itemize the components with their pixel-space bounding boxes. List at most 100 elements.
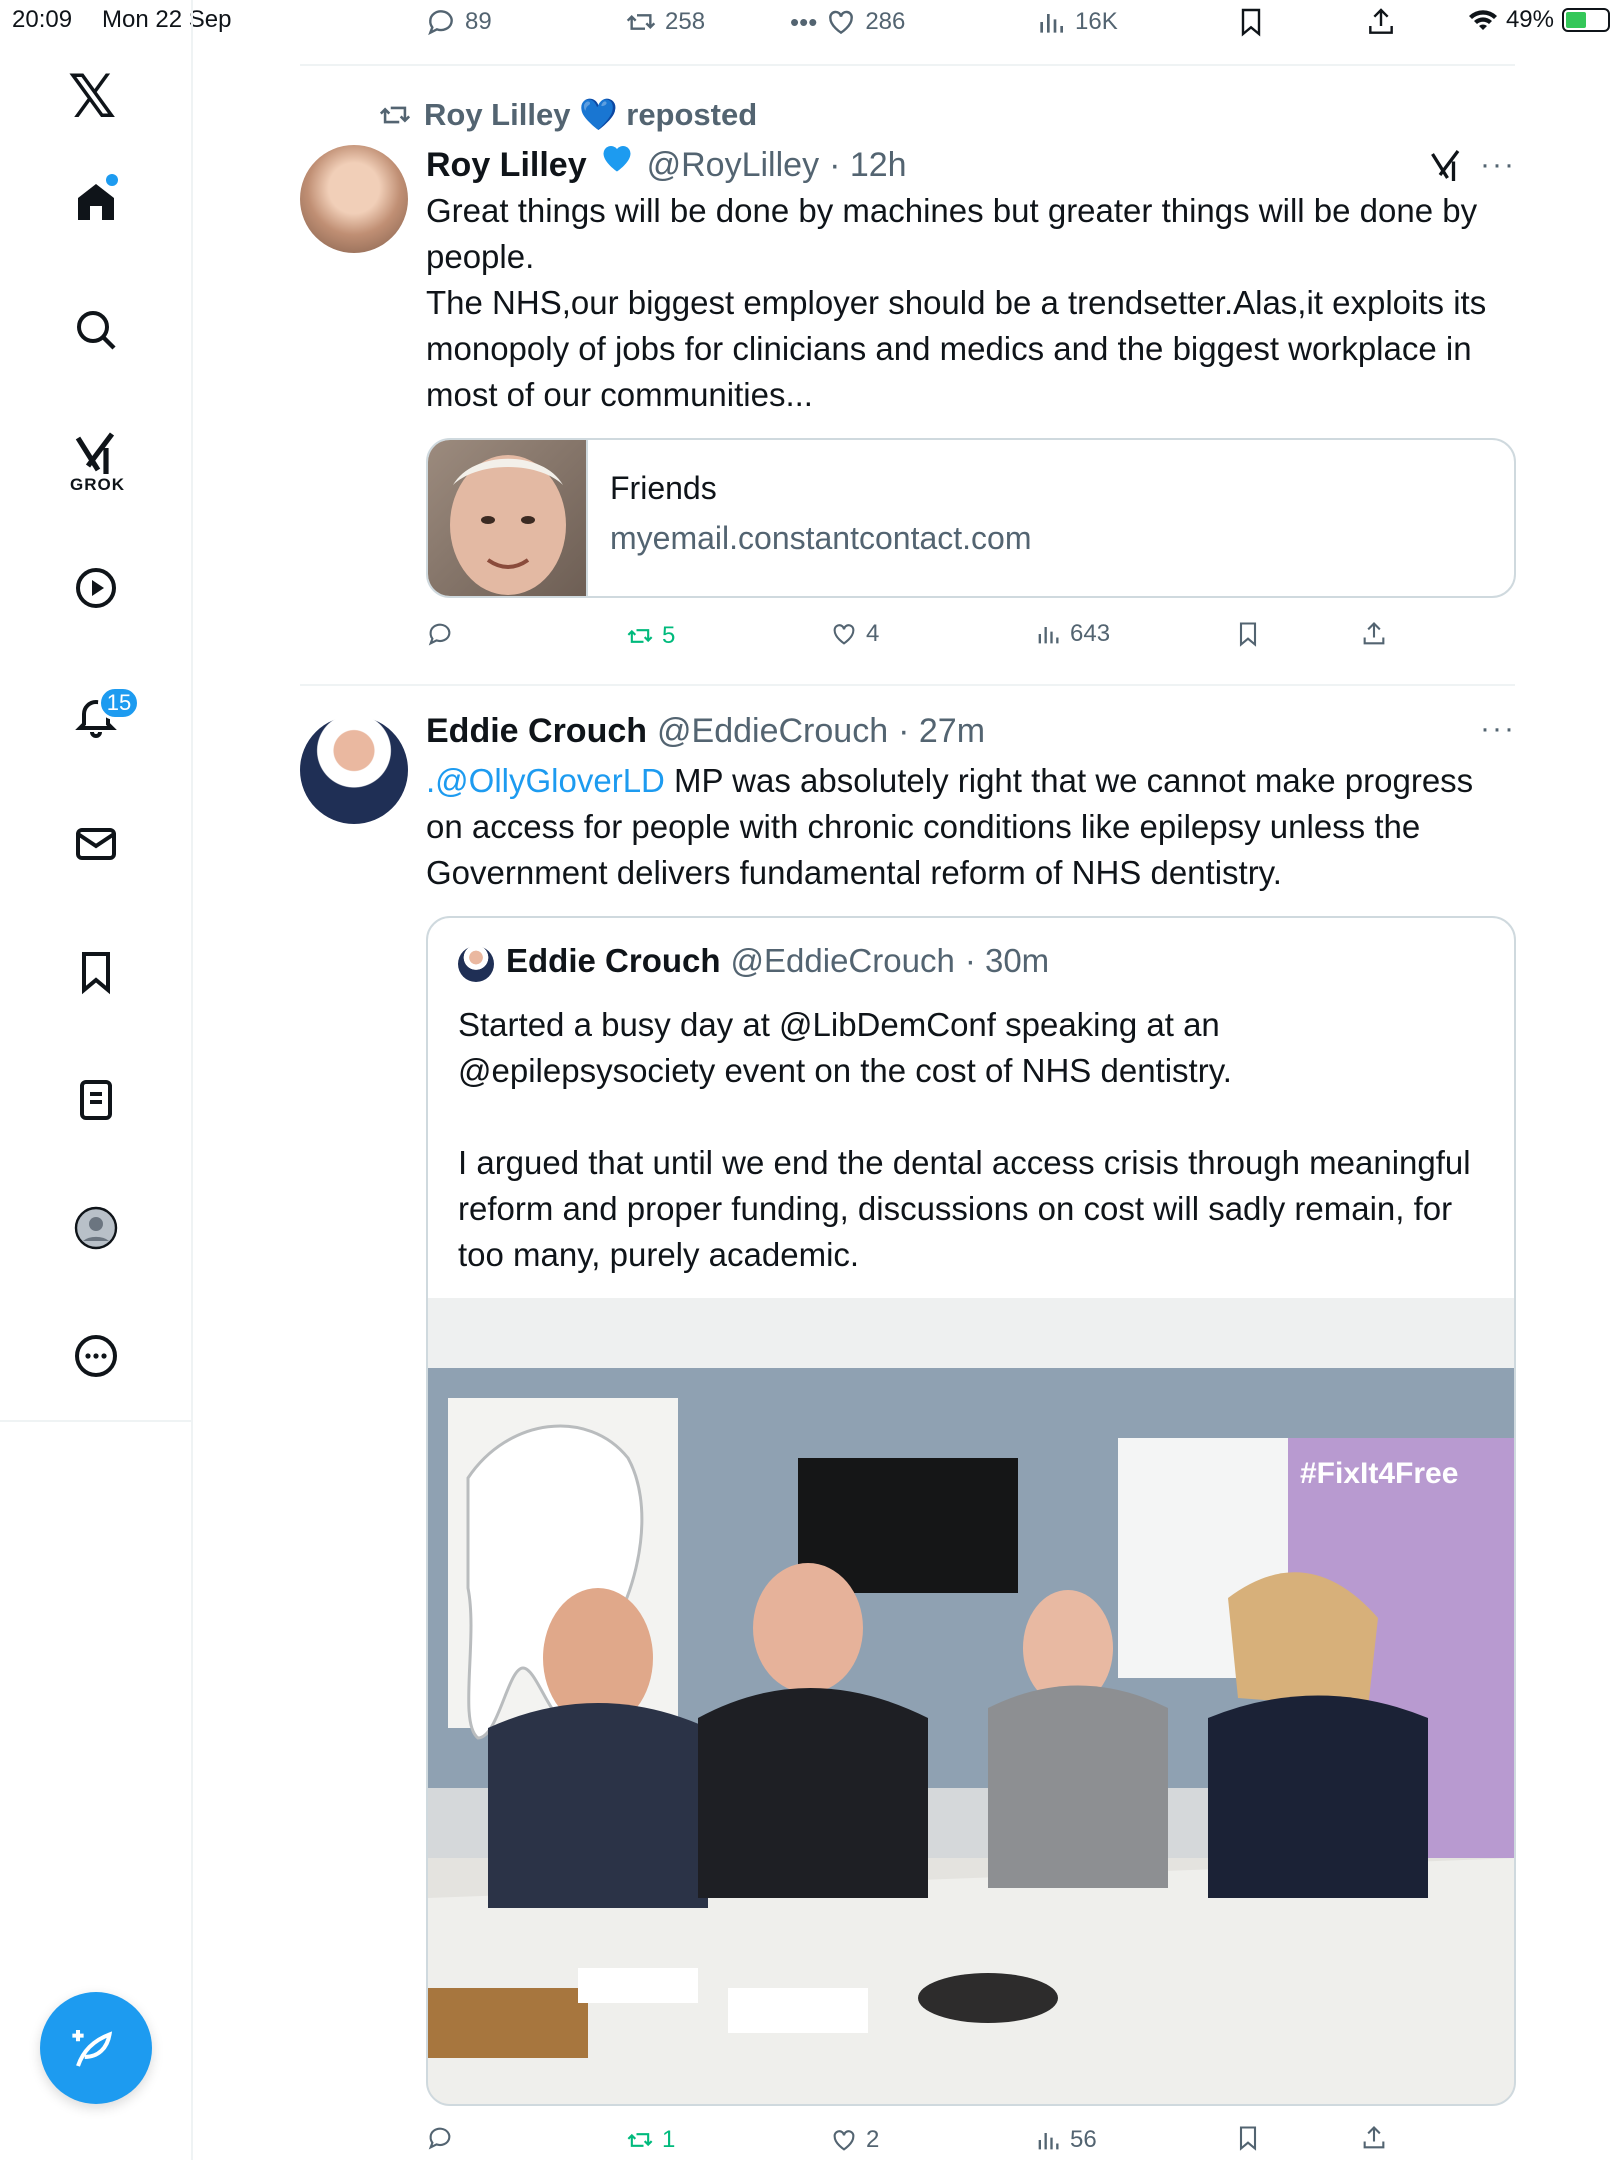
- tweet-photo[interactable]: #FixIt4Free: [428, 1298, 1514, 2104]
- like-button[interactable]: 4: [830, 620, 879, 648]
- author-handle[interactable]: @RoyLilley: [647, 146, 819, 185]
- notification-badge: 15: [98, 686, 140, 720]
- quoted-tweet[interactable]: Eddie Crouch @EddieCrouch · 30m Started …: [426, 916, 1516, 2106]
- views-count: 16K: [1075, 8, 1118, 35]
- tweet-time[interactable]: · 30m: [965, 942, 1049, 980]
- sidebar-item-bookmarks[interactable]: [62, 938, 130, 1006]
- bookmark-button[interactable]: [1234, 620, 1262, 648]
- author-handle[interactable]: @EddieCrouch: [657, 712, 888, 751]
- search-icon: [77, 311, 116, 350]
- share-button[interactable]: [1360, 2124, 1388, 2152]
- author-handle[interactable]: @EddieCrouch: [731, 942, 955, 980]
- sidebar-item-home[interactable]: [62, 168, 130, 236]
- more-options-button[interactable]: ···: [1480, 148, 1516, 182]
- tweet-divider: [300, 64, 1515, 66]
- profile-icon: [74, 1206, 118, 1250]
- sidebar-divider: [0, 1420, 193, 1422]
- reply-button[interactable]: 89: [425, 6, 492, 38]
- list-icon: [80, 1080, 112, 1120]
- repost-icon: [626, 14, 656, 30]
- tweet-time[interactable]: · 12h: [829, 146, 907, 185]
- battery-icon: [1562, 8, 1610, 32]
- like-button[interactable]: ••• 286: [790, 6, 905, 38]
- bookmark-button[interactable]: [1234, 2124, 1262, 2152]
- tweet-header: Eddie Crouch @EddieCrouch · 27m: [426, 712, 985, 751]
- more-options-button[interactable]: ···: [1480, 712, 1516, 746]
- share-button[interactable]: [1365, 6, 1397, 38]
- link-card-domain: myemail.constantcontact.com: [610, 520, 1032, 556]
- blue-heart-icon: [603, 146, 631, 172]
- sidebar-item-lists[interactable]: [62, 1066, 130, 1134]
- repost-icon: [379, 106, 411, 123]
- reply-button[interactable]: [426, 2124, 454, 2152]
- repost-button[interactable]: 258: [625, 6, 705, 38]
- battery-percent: 49%: [1505, 6, 1554, 33]
- bookmark-button[interactable]: [1235, 6, 1267, 38]
- link-card-title: Friends: [610, 470, 717, 506]
- sidebar-item-search[interactable]: [62, 296, 130, 364]
- views-button[interactable]: 56: [1034, 2126, 1097, 2154]
- sidebar-item-profile[interactable]: [62, 1194, 130, 1262]
- bookmark-icon: [1241, 8, 1261, 37]
- tweet-text: Great things will be done by machines bu…: [426, 192, 1487, 413]
- views-icon: [1038, 2133, 1059, 2150]
- author-name[interactable]: Eddie Crouch: [426, 712, 647, 751]
- event-photo: #FixIt4Free: [428, 1298, 1514, 2104]
- photo-banner-text: #FixIt4Free: [1300, 1457, 1458, 1490]
- views-count: 56: [1070, 2126, 1097, 2153]
- link-card-thumbnail: [428, 440, 588, 596]
- like-count: 4: [866, 620, 880, 647]
- bookmark-icon: [1239, 2126, 1257, 2151]
- sidebar-item-more[interactable]: [62, 1322, 130, 1390]
- wifi-icon: [1468, 10, 1497, 30]
- like-count: 2: [866, 2126, 880, 2153]
- author-name[interactable]: Eddie Crouch: [506, 942, 721, 980]
- quote-header: Eddie Crouch @EddieCrouch · 30m: [506, 942, 1049, 980]
- reply-count: 89: [465, 8, 492, 35]
- x-logo-icon[interactable]: 𝕏: [68, 62, 116, 132]
- compose-button[interactable]: [40, 1992, 152, 2104]
- repost-count: 5: [662, 622, 676, 649]
- prev-tweet-actions: 89 258 ••• 286 16K: [425, 4, 1425, 48]
- reply-button[interactable]: [426, 620, 454, 648]
- avatar[interactable]: [300, 716, 408, 824]
- link-card[interactable]: Friends myemail.constantcontact.com: [426, 438, 1516, 598]
- compose-icon: [72, 2030, 113, 2067]
- tweet-text: .@OllyGloverLD MP was absolutely right t…: [426, 758, 1516, 896]
- repost-icon: [627, 2133, 653, 2147]
- tweet-time[interactable]: · 27m: [898, 712, 985, 751]
- views-button[interactable]: 16K: [1035, 6, 1118, 38]
- like-button[interactable]: 2: [830, 2126, 879, 2154]
- reply-icon: [428, 2127, 451, 2150]
- author-name[interactable]: Roy Lilley: [426, 146, 587, 185]
- repost-icon: [627, 629, 653, 643]
- repost-count: 1: [662, 2126, 676, 2153]
- sidebar-item-messages[interactable]: [62, 810, 130, 878]
- more-icon: [75, 1335, 117, 1377]
- avatar[interactable]: [300, 145, 408, 253]
- share-icon: [1363, 622, 1385, 645]
- portrait-image: [450, 455, 566, 595]
- repost-banner-text: Roy Lilley 💙 reposted: [424, 97, 758, 132]
- share-icon: [1369, 8, 1393, 34]
- repost-button[interactable]: 5: [626, 622, 675, 650]
- heart-icon: [833, 624, 855, 645]
- tweet-header: Roy Lilley @RoyLilley · 12h: [426, 140, 907, 185]
- grok-icon[interactable]: [1428, 148, 1464, 184]
- bookmark-icon: [1239, 622, 1257, 647]
- home-unread-dot: [106, 174, 118, 186]
- repost-button[interactable]: 1: [626, 2126, 675, 2154]
- grok-label: GROK: [70, 475, 125, 494]
- repost-count: 258: [665, 8, 706, 35]
- tweet-divider: [300, 684, 1515, 686]
- share-button[interactable]: [1360, 620, 1388, 648]
- dots-icon: •••: [790, 6, 818, 37]
- quote-text: Started a busy day at @LibDemConf speaki…: [458, 1006, 1471, 1273]
- sidebar: 𝕏 GROK 15: [0, 0, 193, 2160]
- avatar[interactable]: [458, 946, 494, 982]
- sidebar-item-video[interactable]: [62, 554, 130, 622]
- like-count: 286: [865, 8, 906, 35]
- views-button[interactable]: 643: [1034, 620, 1110, 648]
- mention-link[interactable]: .@OllyGloverLD: [426, 762, 665, 799]
- battery-fill: [1566, 12, 1586, 28]
